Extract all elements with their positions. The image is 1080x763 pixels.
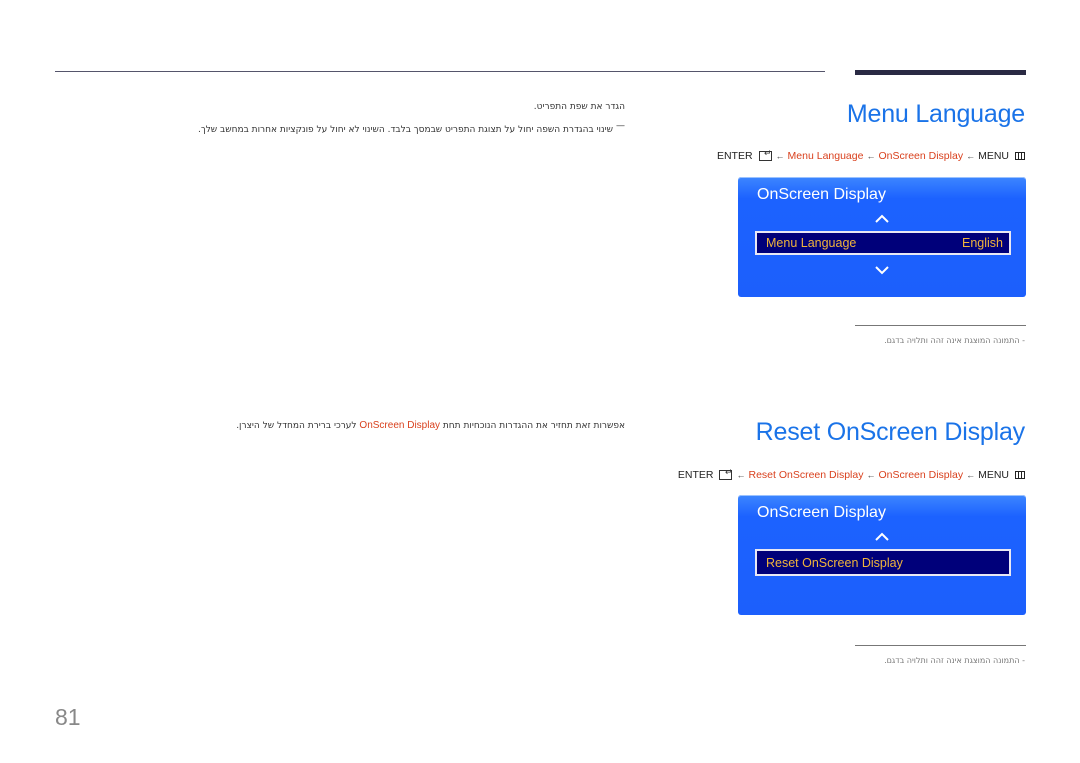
osd-item-label: Menu Language [766,236,857,250]
arrow-icon: ← [775,151,785,161]
reset-osd-description: אפשרות זאת תחזיר את ההגדרות הנוכחיות תחת… [236,420,625,431]
osd-panel-menu-language: OnScreen Display Menu Language English [738,177,1026,297]
description-text: אפשרות זאת תחזיר את ההגדרות הנוכחיות תחת [442,421,625,431]
osd-item-value: English [962,236,1003,250]
note-text: שינוי בהגדרת השפה יחול על תצוגת התפריט ש… [198,125,613,135]
osd-title: OnScreen Display [757,504,886,521]
arrow-icon: ← [866,151,876,161]
chevron-down-icon[interactable] [875,265,889,275]
osd-item-menu-language[interactable]: Menu Language English [755,231,1011,255]
enter-label: ENTER [677,469,714,481]
menu-icon [1015,152,1025,160]
arrow-icon: ← [736,470,746,480]
enter-icon [758,148,772,161]
page-number: 81 [55,704,81,730]
arrow-icon: ← [966,470,976,480]
enter-icon [719,467,733,480]
section-title-menu-language: Menu Language [846,100,1025,128]
breadcrumb-step: Reset OnScreen Display [748,469,864,481]
footnote-reset-osd: - התמונה המוצגת אינה זהה ותלויה בדגם. [884,656,1025,665]
footnote-rule [855,325,1026,326]
breadcrumb-step: Menu Language [787,150,864,162]
breadcrumb-step: OnScreen Display [878,469,964,481]
header-rule [55,71,825,72]
osd-panel-reset-osd: OnScreen Display Reset OnScreen Display [738,495,1026,615]
chevron-up-icon[interactable] [875,214,889,224]
menu-label: MENU [978,150,1009,162]
arrow-icon: ← [966,151,976,161]
description-highlight: OnScreen Display [359,420,441,431]
breadcrumb-menu-language: ENTER ← Menu Language ← OnScreen Display… [716,148,1025,162]
header-accent-bar [855,70,1026,75]
osd-title: OnScreen Display [757,186,886,203]
menu-label: MENU [978,469,1009,481]
enter-label: ENTER [716,150,753,162]
menu-language-description: הגדר את שפת התפריט. [533,102,625,112]
menu-language-note: —שינוי בהגדרת השפה יחול על תצוגת התפריט … [198,121,625,135]
arrow-icon: ← [866,470,876,480]
section-title-reset-osd: Reset OnScreen Display [755,418,1026,446]
footnote-rule [855,645,1026,646]
footnote-menu-language: - התמונה המוצגת אינה זהה ותלויה בדגם. [884,336,1025,345]
chevron-up-icon[interactable] [875,532,889,542]
breadcrumb-step: OnScreen Display [878,150,964,162]
breadcrumb-reset-osd: ENTER ← Reset OnScreen Display ← OnScree… [677,467,1025,481]
osd-item-label: Reset OnScreen Display [766,555,903,570]
menu-icon [1015,471,1025,479]
note-dash: — [616,121,625,131]
description-text: לערכי ברירת המחדל של היצרן. [236,421,357,431]
osd-item-reset-osd[interactable]: Reset OnScreen Display [755,549,1011,576]
